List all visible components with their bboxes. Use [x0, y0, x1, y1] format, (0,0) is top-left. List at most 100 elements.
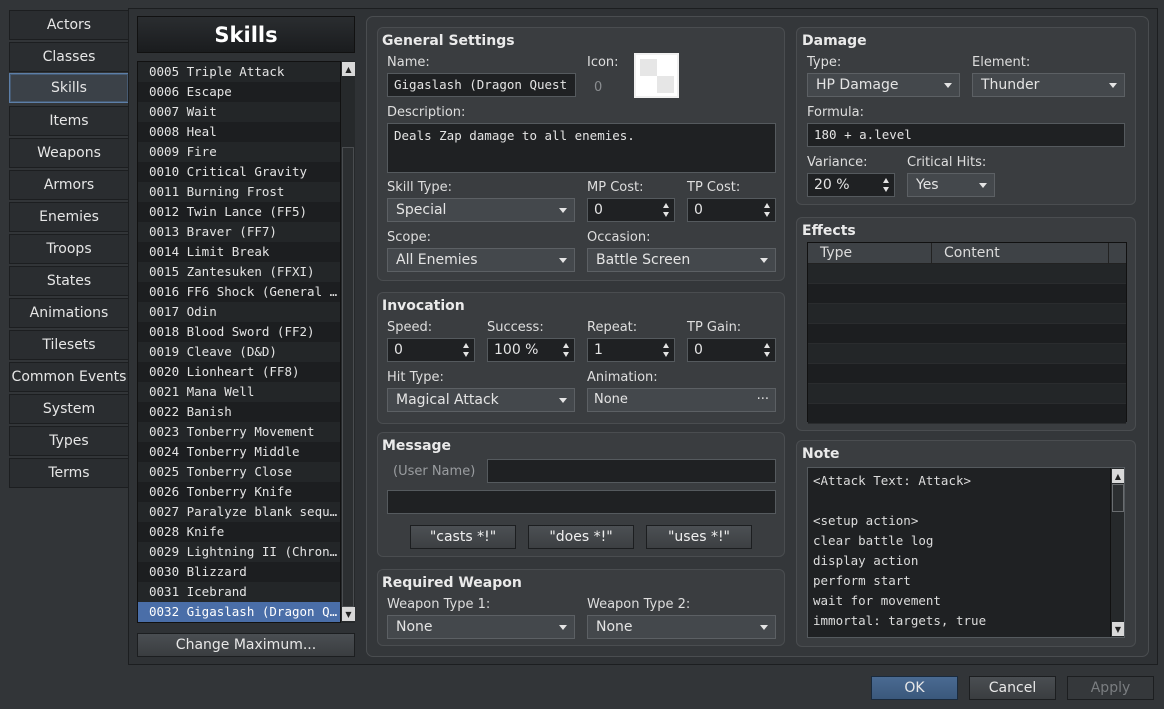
weapon-type1-select[interactable]: None: [387, 615, 575, 639]
animation-picker[interactable]: None ···: [587, 388, 776, 412]
scroll-up-icon[interactable]: ▲: [342, 62, 355, 76]
change-maximum-button[interactable]: Change Maximum...: [137, 633, 355, 657]
list-item[interactable]: 0023 Tonberry Movement: [138, 422, 341, 442]
tab-armors[interactable]: Armors: [9, 170, 129, 200]
list-item[interactable]: 0028 Knife: [138, 522, 341, 542]
list-item[interactable]: 0009 Fire: [138, 142, 341, 162]
spin-up-icon[interactable]: [764, 343, 770, 348]
tp-gain-stepper[interactable]: 0: [687, 338, 776, 362]
weapon-type2-select[interactable]: None: [587, 615, 776, 639]
speed-stepper[interactable]: 0: [387, 338, 475, 362]
list-item[interactable]: 0026 Tonberry Knife: [138, 482, 341, 502]
tab-troops[interactable]: Troops: [9, 234, 129, 264]
list-item[interactable]: 0013 Braver (FF7): [138, 222, 341, 242]
spin-down-icon[interactable]: [764, 212, 770, 217]
list-item[interactable]: 0006 Escape: [138, 82, 341, 102]
spin-up-icon[interactable]: [883, 178, 889, 183]
list-item[interactable]: 0005 Triple Attack: [138, 62, 341, 82]
list-item[interactable]: 0025 Tonberry Close: [138, 462, 341, 482]
spin-down-icon[interactable]: [764, 352, 770, 357]
note-scrollbar[interactable]: ▲ ▼: [1110, 468, 1124, 637]
list-item[interactable]: 0019 Cleave (D&D): [138, 342, 341, 362]
list-item[interactable]: 0020 Lionheart (FF8): [138, 362, 341, 382]
tab-classes[interactable]: Classes: [9, 42, 129, 72]
variance-stepper[interactable]: 20 %: [807, 173, 895, 197]
list-item[interactable]: 0007 Wait: [138, 102, 341, 122]
description-field[interactable]: Deals Zap damage to all enemies.: [387, 123, 776, 173]
tab-states[interactable]: States: [9, 266, 129, 296]
table-row[interactable]: [808, 404, 1126, 424]
tp-cost-stepper[interactable]: 0: [687, 198, 776, 222]
list-item[interactable]: 0014 Limit Break: [138, 242, 341, 262]
scroll-down-icon[interactable]: ▼: [342, 607, 355, 621]
casts-button[interactable]: "casts *!": [410, 525, 516, 549]
tab-skills[interactable]: Skills: [9, 73, 129, 103]
list-item[interactable]: 0017 Odin: [138, 302, 341, 322]
spin-up-icon[interactable]: [663, 203, 669, 208]
tab-items[interactable]: Items: [9, 106, 129, 136]
list-item[interactable]: 0015 Zantesuken (FFXI): [138, 262, 341, 282]
uses-button[interactable]: "uses *!": [646, 525, 752, 549]
mp-cost-stepper[interactable]: 0: [587, 198, 675, 222]
damage-type-select[interactable]: HP Damage: [807, 73, 960, 97]
scroll-thumb[interactable]: [1112, 484, 1124, 512]
spin-up-icon[interactable]: [663, 343, 669, 348]
success-stepper[interactable]: 100 %: [487, 338, 575, 362]
spin-up-icon[interactable]: [563, 343, 569, 348]
skill-type-select[interactable]: Special: [387, 198, 575, 222]
hit-type-select[interactable]: Magical Attack: [387, 388, 575, 412]
scope-select[interactable]: All Enemies: [387, 248, 575, 272]
tab-types[interactable]: Types: [9, 426, 129, 456]
list-scrollbar[interactable]: ▲ ▼: [340, 61, 355, 623]
tab-terms[interactable]: Terms: [9, 458, 129, 488]
table-row[interactable]: [808, 364, 1126, 384]
spin-up-icon[interactable]: [463, 343, 469, 348]
list-item[interactable]: 0010 Critical Gravity: [138, 162, 341, 182]
list-item[interactable]: 0029 Lightning II (Chrono…: [138, 542, 341, 562]
list-item[interactable]: 0018 Blood Sword (FF2): [138, 322, 341, 342]
note-textarea[interactable]: <Attack Text: Attack> <setup action> clear…: [807, 467, 1125, 638]
element-select[interactable]: Thunder: [972, 73, 1125, 97]
table-row[interactable]: [808, 324, 1126, 344]
list-item[interactable]: 0031 Icebrand: [138, 582, 341, 602]
does-button[interactable]: "does *!": [528, 525, 634, 549]
spin-down-icon[interactable]: [883, 187, 889, 192]
repeat-stepper[interactable]: 1: [587, 338, 675, 362]
list-item[interactable]: 0027 Paralyze blank seque…: [138, 502, 341, 522]
formula-field[interactable]: 180 + a.level: [807, 123, 1125, 147]
ok-button[interactable]: OK: [871, 676, 958, 700]
tab-tilesets[interactable]: Tilesets: [9, 330, 129, 360]
cancel-button[interactable]: Cancel: [969, 676, 1056, 700]
scroll-up-icon[interactable]: ▲: [1112, 469, 1124, 483]
occasion-select[interactable]: Battle Screen: [587, 248, 776, 272]
skill-list[interactable]: 0005 Triple Attack 0006 Escape 0007 Wait 00…: [137, 61, 355, 623]
list-item[interactable]: 0021 Mana Well: [138, 382, 341, 402]
table-row[interactable]: [808, 304, 1126, 324]
table-row[interactable]: [808, 264, 1126, 284]
table-row[interactable]: [808, 284, 1126, 304]
tab-weapons[interactable]: Weapons: [9, 138, 129, 168]
spin-up-icon[interactable]: [764, 203, 770, 208]
list-item[interactable]: 0016 FF6 Shock (General L…: [138, 282, 341, 302]
message-line2-field[interactable]: [387, 490, 776, 514]
list-item[interactable]: 0030 Blizzard: [138, 562, 341, 582]
list-item[interactable]: 0008 Heal: [138, 122, 341, 142]
list-item[interactable]: 0022 Banish: [138, 402, 341, 422]
table-row[interactable]: [808, 384, 1126, 404]
tab-enemies[interactable]: Enemies: [9, 202, 129, 232]
tab-common-events[interactable]: Common Events: [9, 362, 129, 392]
scroll-thumb[interactable]: [342, 147, 354, 607]
spin-down-icon[interactable]: [463, 352, 469, 357]
message-line1-field[interactable]: [487, 459, 776, 483]
tab-animations[interactable]: Animations: [9, 298, 129, 328]
list-item[interactable]: 0032 Gigaslash (Dragon Qu…: [138, 602, 341, 622]
list-item[interactable]: 0024 Tonberry Middle: [138, 442, 341, 462]
spin-down-icon[interactable]: [663, 212, 669, 217]
ellipsis-icon[interactable]: ···: [757, 389, 769, 411]
effects-table[interactable]: Type Content: [807, 242, 1127, 424]
scroll-down-icon[interactable]: ▼: [1112, 622, 1124, 636]
list-item[interactable]: 0012 Twin Lance (FF5): [138, 202, 341, 222]
tab-actors[interactable]: Actors: [9, 10, 129, 40]
table-row[interactable]: [808, 344, 1126, 364]
list-item[interactable]: 0011 Burning Frost: [138, 182, 341, 202]
